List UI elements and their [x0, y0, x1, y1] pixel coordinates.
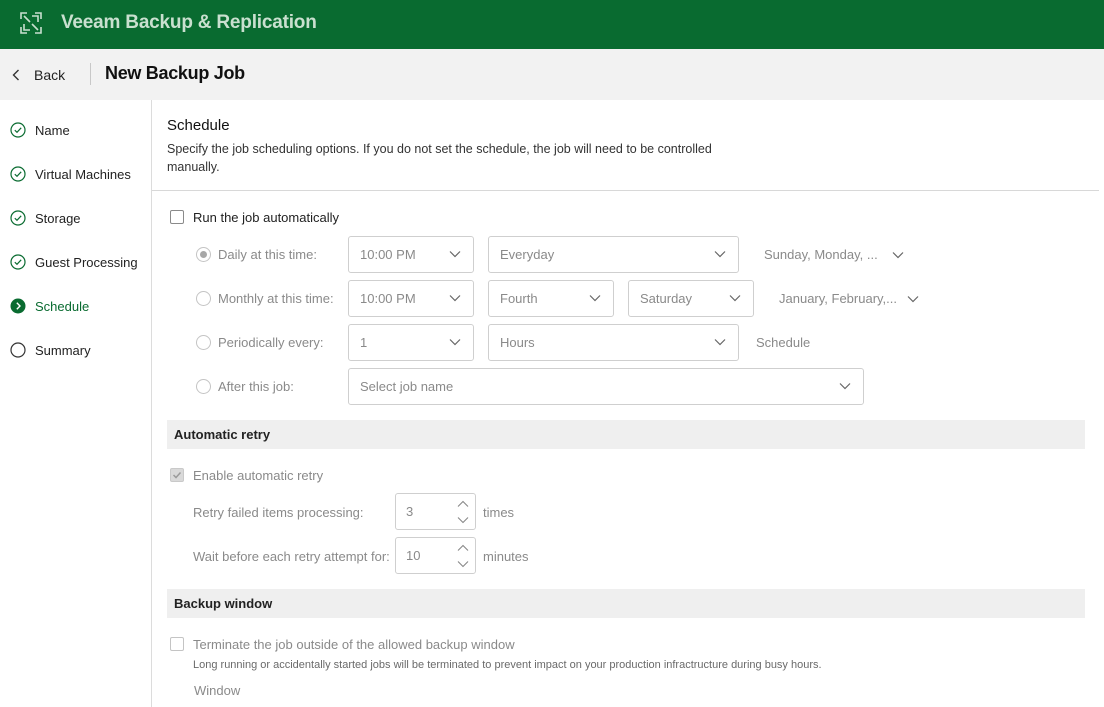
back-button[interactable]: Back	[12, 64, 65, 86]
select-value: 10:00 PM	[360, 247, 416, 262]
run-automatically-label: Run the job automatically	[193, 210, 339, 225]
select-value: Saturday	[640, 291, 693, 306]
step-summary[interactable]: Summary	[10, 340, 91, 360]
chevron-down-icon	[714, 251, 726, 258]
backup-window-header: Backup window	[167, 589, 1085, 618]
divider	[152, 190, 1099, 191]
step-virtual-machines[interactable]: Virtual Machines	[10, 164, 131, 184]
check-circle-icon	[10, 210, 26, 226]
step-label: Summary	[35, 342, 91, 358]
chevron-up-icon[interactable]	[457, 544, 469, 552]
terminate-job-label: Terminate the job outside of the allowed…	[193, 637, 515, 652]
checkmark-icon	[172, 471, 182, 479]
daily-radio[interactable]	[196, 247, 211, 262]
chevron-up-icon[interactable]	[457, 500, 469, 508]
periodically-label: Periodically every:	[218, 335, 324, 350]
wait-label: Wait before each retry attempt for:	[193, 549, 390, 564]
app-title: Veeam Backup & Replication	[61, 12, 317, 33]
step-label: Schedule	[35, 298, 90, 314]
enable-retry-checkbox[interactable]	[170, 468, 184, 482]
wait-minutes-stepper[interactable]: 10	[395, 537, 476, 574]
job-name-select[interactable]: Select job name	[348, 368, 864, 405]
section-title: Schedule	[167, 117, 230, 134]
after-job-radio[interactable]	[196, 379, 211, 394]
back-label: Back	[34, 67, 66, 83]
page-title: New Backup Job	[105, 63, 245, 83]
periodically-radio[interactable]	[196, 335, 211, 350]
monthly-months-select[interactable]: January, February,...	[779, 291, 897, 306]
terminate-job-checkbox[interactable]	[170, 637, 184, 651]
daily-time-select[interactable]: 10:00 PM	[348, 236, 474, 273]
header-divider	[90, 63, 91, 85]
monthly-radio[interactable]	[196, 291, 211, 306]
app-header: Veeam Backup & Replication	[0, 0, 1104, 49]
step-schedule[interactable]: Schedule	[10, 296, 89, 316]
stepper-value: 10	[406, 548, 421, 563]
period-value-select[interactable]: 1	[348, 324, 474, 361]
select-value: 10:00 PM	[360, 291, 416, 306]
chevron-down-icon	[589, 295, 601, 302]
daily-label: Daily at this time:	[218, 247, 317, 262]
check-circle-icon	[10, 254, 26, 270]
retry-count-stepper[interactable]: 3	[395, 493, 476, 530]
chevron-down-icon	[839, 383, 851, 390]
page-header: Back New Backup Job	[0, 49, 1104, 100]
chevron-down-icon	[714, 339, 726, 346]
empty-circle-icon	[10, 342, 26, 358]
step-storage[interactable]: Storage	[10, 208, 81, 228]
step-label: Guest Processing	[35, 254, 138, 270]
stepper-value: 3	[406, 504, 414, 519]
monthly-time-select[interactable]: 10:00 PM	[348, 280, 474, 317]
daily-frequency-select[interactable]: Everyday	[488, 236, 739, 273]
schedule-link[interactable]: Schedule	[756, 335, 810, 350]
check-circle-icon	[10, 166, 26, 182]
step-name[interactable]: Name	[10, 120, 70, 140]
run-automatically-checkbox[interactable]	[170, 210, 184, 224]
chevron-down-icon[interactable]	[892, 251, 904, 259]
monthly-label: Monthly at this time:	[218, 291, 334, 306]
chevron-down-icon	[449, 339, 461, 346]
current-step-icon	[10, 298, 26, 314]
select-placeholder: Select job name	[360, 379, 454, 394]
daily-days-select[interactable]: Sunday, Monday, ...	[764, 247, 878, 262]
step-label: Name	[35, 122, 70, 138]
select-value: Fourth	[500, 291, 538, 306]
terminate-hint: Long running or accidentally started job…	[193, 659, 822, 671]
section-description: Specify the job scheduling options. If y…	[167, 142, 712, 174]
schedule-panel: Schedule Specify the job scheduling opti…	[152, 100, 1104, 707]
select-value: Everyday	[500, 247, 555, 262]
wait-unit: minutes	[483, 549, 529, 564]
monthly-week-select[interactable]: Fourth	[488, 280, 614, 317]
after-job-label: After this job:	[218, 379, 294, 394]
check-circle-icon	[10, 122, 26, 138]
retry-unit: times	[483, 505, 515, 520]
chevron-down-icon	[449, 251, 461, 258]
wizard-steps: Name Virtual Machines Storage Guest Proc…	[0, 100, 152, 707]
chevron-down-icon[interactable]	[457, 560, 469, 568]
step-label: Virtual Machines	[35, 166, 131, 182]
enable-retry-label: Enable automatic retry	[193, 468, 324, 483]
automatic-retry-header: Automatic retry	[167, 420, 1085, 449]
chevron-down-icon	[729, 295, 741, 302]
chevron-down-icon[interactable]	[907, 295, 919, 303]
step-label: Storage	[35, 210, 81, 226]
veeam-logo-icon	[20, 12, 42, 34]
window-button[interactable]: Window	[194, 683, 240, 698]
period-unit-select[interactable]: Hours	[488, 324, 739, 361]
chevron-left-icon	[12, 69, 19, 81]
select-value: 1	[360, 335, 368, 350]
retry-count-label: Retry failed items processing:	[193, 505, 364, 520]
step-guest-processing[interactable]: Guest Processing	[10, 252, 138, 272]
select-value: Hours	[500, 335, 535, 350]
chevron-down-icon	[449, 295, 461, 302]
monthly-day-select[interactable]: Saturday	[628, 280, 754, 317]
chevron-down-icon[interactable]	[457, 516, 469, 524]
